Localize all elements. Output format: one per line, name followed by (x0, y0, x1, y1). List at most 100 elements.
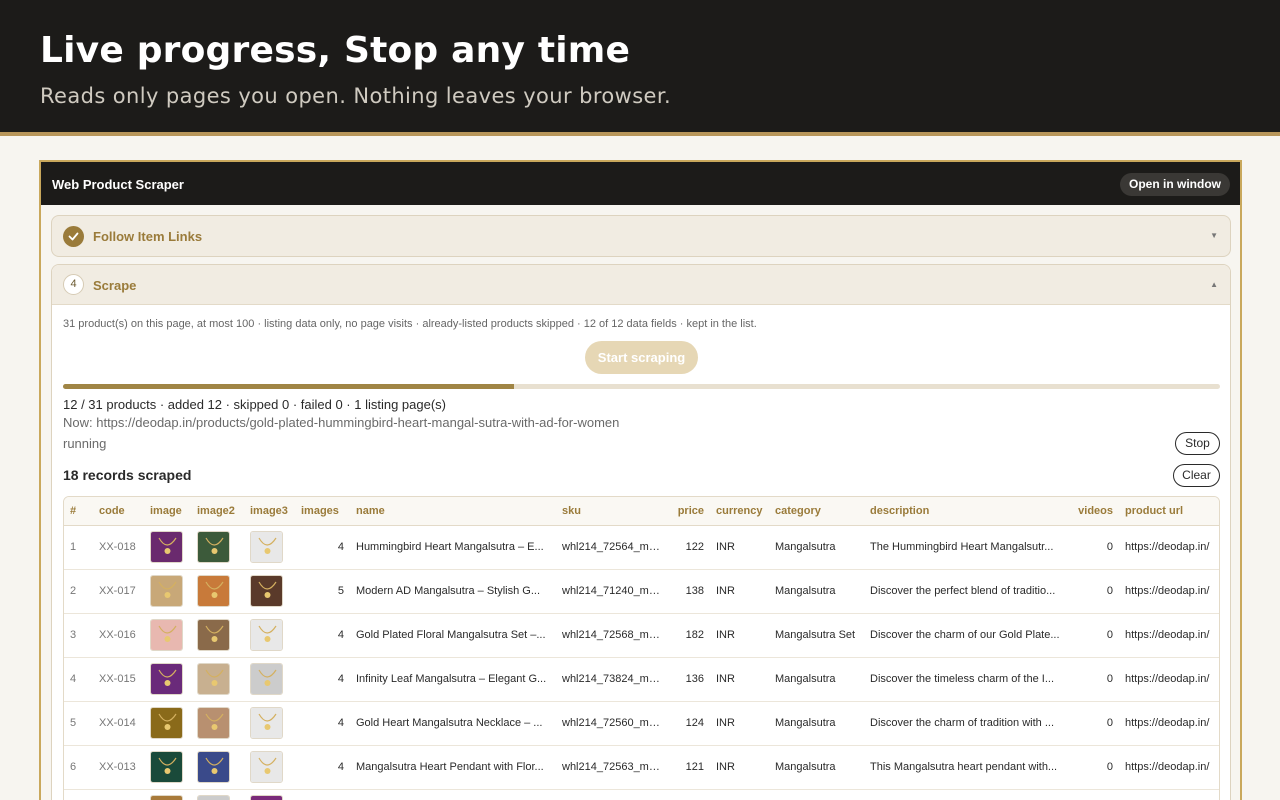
row-number: 1 (64, 525, 93, 570)
records-table[interactable]: # code image image2 image3 images name s… (63, 496, 1220, 800)
image-cell (144, 701, 191, 746)
price-cell: 182 (670, 613, 710, 658)
table-row[interactable]: 6 XX-013 4 Mangalsutra Heart Pendant with F… (64, 745, 1219, 790)
product-thumbnail[interactable] (250, 575, 283, 607)
product-thumbnail[interactable] (250, 795, 283, 800)
col-header: sku (556, 497, 670, 526)
product-thumbnail[interactable] (150, 707, 183, 739)
product-thumbnail[interactable] (150, 663, 183, 695)
price-cell: 121 (670, 745, 710, 790)
sku-cell: whl214_72568_ms110 (556, 613, 670, 658)
image-cell (244, 745, 295, 790)
records-count: 18 records scraped (63, 467, 192, 483)
product-thumbnail[interactable] (197, 575, 230, 607)
panel-body: Follow Item Links ▼ 4 Scrape ▲ 3 1 produc… (41, 205, 1240, 800)
product-url-cell (1119, 789, 1219, 800)
start-scraping-button[interactable]: Start scraping (585, 341, 698, 374)
image-cell (144, 525, 191, 570)
table-row[interactable]: 4 XX-015 4 Infinity Leaf Mangalsutra – Eleg… (64, 657, 1219, 702)
product-thumbnail[interactable] (197, 531, 230, 563)
name-cell: Infinity Leaf Mangalsutra – Elegant G... (350, 657, 556, 702)
col-header: image2 (191, 497, 244, 526)
open-in-window-button[interactable]: Open in window (1120, 173, 1230, 196)
product-thumbnail[interactable] (197, 795, 230, 800)
category-cell: Mangalsutra Set (769, 613, 864, 658)
price-cell (670, 789, 710, 800)
image-cell (244, 569, 295, 614)
table-row[interactable]: 1 XX-018 4 Hummingbird Heart Mangalsutra – … (64, 525, 1219, 570)
step-scrape-header[interactable]: 4 Scrape ▲ (52, 265, 1230, 305)
col-header: code (93, 497, 144, 526)
currency-cell: INR (710, 701, 769, 746)
chevron-up-icon[interactable]: ▲ (1210, 280, 1218, 289)
image-cell (191, 745, 244, 790)
step-scrape: 4 Scrape ▲ 31 product(s) on this page, a… (51, 264, 1231, 800)
table-row[interactable]: 3 XX-016 4 Gold Plated Floral Mangalsutra S… (64, 613, 1219, 658)
row-number: 2 (64, 569, 93, 614)
product-thumbnail[interactable] (150, 531, 183, 563)
code-cell: XX-014 (93, 701, 144, 746)
currency-cell: INR (710, 569, 769, 614)
product-thumbnail[interactable] (250, 663, 283, 695)
image-cell (144, 569, 191, 614)
description-cell: Discover the perfect blend of traditio..… (864, 569, 1067, 614)
price-cell: 124 (670, 701, 710, 746)
table-row[interactable]: 7XX-012 4 (64, 789, 1219, 800)
product-thumbnail[interactable] (250, 619, 283, 651)
progress-fill (63, 384, 515, 389)
panel-header: Web Product Scraper Open in window (41, 162, 1240, 205)
category-cell: Mangalsutra (769, 701, 864, 746)
product-thumbnail[interactable] (150, 751, 183, 783)
image-cell (144, 745, 191, 790)
col-header: price (670, 497, 710, 526)
product-url-cell: https://deodap.in/ (1119, 657, 1219, 702)
videos-cell: 0 (1067, 525, 1119, 570)
product-thumbnail[interactable] (197, 663, 230, 695)
product-thumbnail[interactable] (150, 619, 183, 651)
videos-cell: 0 (1067, 745, 1119, 790)
image-cell (244, 613, 295, 658)
videos-cell (1067, 789, 1119, 800)
description-cell: This Mangalsutra heart pendant with... (864, 745, 1067, 790)
category-cell: Mangalsutra (769, 569, 864, 614)
product-thumbnail[interactable] (150, 575, 183, 607)
product-thumbnail[interactable] (197, 707, 230, 739)
chevron-down-icon[interactable]: ▼ (1210, 231, 1218, 240)
product-thumbnail[interactable] (250, 751, 283, 783)
product-thumbnail[interactable] (197, 619, 230, 651)
videos-cell: 0 (1067, 701, 1119, 746)
step-follow-item-links[interactable]: Follow Item Links ▼ (51, 215, 1231, 257)
product-url-cell: https://deodap.in/ (1119, 701, 1219, 746)
product-thumbnail[interactable] (150, 795, 183, 800)
name-cell: Mangalsutra Heart Pendant with Flor... (350, 745, 556, 790)
hero-title: Live progress, Stop any time (40, 30, 631, 71)
name-cell: Gold Heart Mangalsutra Necklace – ... (350, 701, 556, 746)
product-url-cell: https://deodap.in/ (1119, 569, 1219, 614)
description-cell: The Hummingbird Heart Mangalsutr... (864, 525, 1067, 570)
image-cell (244, 657, 295, 702)
current-url: Now: https://deodap.in/products/gold-pla… (63, 415, 620, 430)
col-header: currency (710, 497, 769, 526)
product-thumbnail[interactable] (250, 531, 283, 563)
row-number: 4 (64, 657, 93, 702)
description-cell: Discover the charm of our Gold Plate... (864, 613, 1067, 658)
code-cell: XX-016 (93, 613, 144, 658)
product-thumbnail[interactable] (197, 751, 230, 783)
code-cell: XX-013 (93, 745, 144, 790)
col-header: image (144, 497, 191, 526)
product-thumbnail[interactable] (250, 707, 283, 739)
image-cell (144, 613, 191, 658)
code-cell: XX-012 (93, 789, 144, 800)
col-header: product url (1119, 497, 1219, 526)
col-header: images (295, 497, 350, 526)
row-number: 3 (64, 613, 93, 658)
name-cell: Hummingbird Heart Mangalsutra – E... (350, 525, 556, 570)
image-cell (191, 701, 244, 746)
images-count-cell: 4 (295, 789, 350, 800)
table-row[interactable]: 2 XX-017 5 Modern AD Mangalsutra – Stylish … (64, 569, 1219, 614)
image-cell (244, 789, 295, 800)
clear-button[interactable]: Clear (1173, 464, 1220, 487)
table-row[interactable]: 5 XX-014 4 Gold Heart Mangalsutra Necklace … (64, 701, 1219, 746)
price-cell: 138 (670, 569, 710, 614)
stop-button[interactable]: Stop (1175, 432, 1220, 455)
